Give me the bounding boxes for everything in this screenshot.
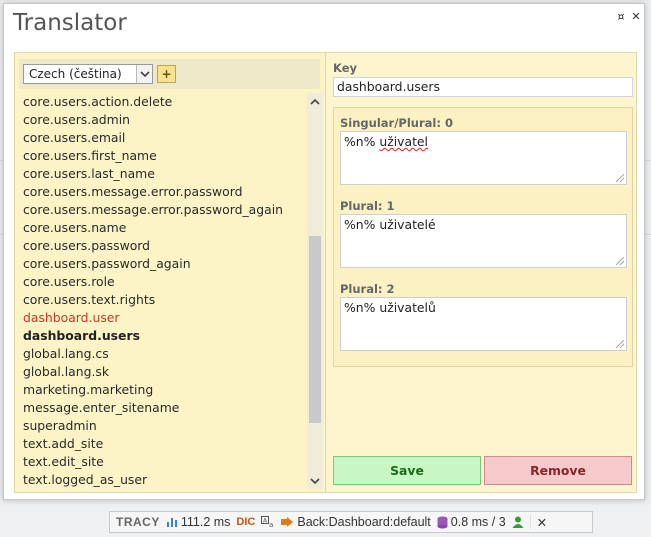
plural-textarea-0[interactable]: %n% uživatel: [340, 131, 627, 185]
database-icon: [437, 516, 448, 528]
tracy-db: 0.8 ms / 3: [450, 515, 506, 529]
tracy-separator: [529, 515, 531, 529]
key-input[interactable]: dashboard.users: [333, 77, 633, 97]
close-icon[interactable]: ✕: [630, 11, 642, 23]
plural-text-prefix: %n%: [344, 217, 380, 232]
translator-dialog: Translator ¤ ✕ Czech (čeština) + core.us…: [3, 3, 645, 500]
add-language-button[interactable]: +: [157, 65, 176, 83]
tracy-debug-bar: TRACY 111.2 ms DIC A a Back:Dashboard:de…: [109, 511, 593, 533]
key-list-item[interactable]: core.users.name: [15, 219, 307, 237]
language-bar: Czech (čeština) +: [19, 59, 320, 89]
scroll-up-icon[interactable]: [307, 93, 323, 109]
key-list-scrollbar[interactable]: [307, 93, 323, 489]
svg-text:a: a: [269, 521, 273, 528]
scrollbar-thumb[interactable]: [309, 236, 321, 423]
tracy-dic-panel[interactable]: DIC: [236, 516, 255, 528]
bar-chart-icon: [166, 518, 177, 527]
key-list-item[interactable]: core.users.last_name: [15, 165, 307, 183]
tracy-logo[interactable]: TRACY: [116, 515, 160, 529]
plural-text-word: uživatelé: [379, 217, 436, 232]
tracy-route-panel[interactable]: Back:Dashboard:default: [281, 515, 431, 529]
plural-label-1: Plural: 1: [340, 199, 395, 213]
translate-icon: A a: [261, 516, 274, 528]
tracy-route: Back:Dashboard:default: [297, 515, 431, 529]
plural-label-2: Plural: 2: [340, 282, 395, 296]
tracy-time: 111.2 ms: [180, 515, 231, 529]
tracy-close-icon[interactable]: ✕: [537, 515, 547, 530]
key-list-item[interactable]: core.users.password: [15, 237, 307, 255]
scroll-down-icon[interactable]: [307, 473, 323, 489]
plural-text-prefix: %n%: [344, 300, 380, 315]
tracy-db-panel[interactable]: 0.8 ms / 3: [437, 515, 506, 529]
user-icon: [512, 516, 524, 528]
editor-pane: Key dashboard.users Singular/Plural: 0 %…: [327, 53, 636, 492]
plural-label-0: Singular/Plural: 0: [340, 116, 453, 130]
plural-textarea-1[interactable]: %n% uživatelé: [340, 214, 627, 268]
key-list-item[interactable]: core.users.admin: [15, 111, 307, 129]
resize-grip-icon[interactable]: [616, 174, 624, 182]
key-list-item[interactable]: global.lang.cs: [15, 345, 307, 363]
save-button[interactable]: Save: [333, 456, 481, 485]
plural-text-prefix: %n%: [344, 134, 380, 149]
resize-grip-icon[interactable]: [616, 340, 624, 348]
key-list-item[interactable]: core.users.email: [15, 129, 307, 147]
key-list: core.users.action.delete core.users.admin…: [15, 93, 307, 489]
key-list-item[interactable]: marketing.marketing: [15, 381, 307, 399]
plural-textarea-2[interactable]: %n% uživatelů: [340, 297, 627, 351]
tracy-user-panel[interactable]: [512, 516, 524, 528]
key-list-item[interactable]: text.edit_site: [15, 453, 307, 471]
key-list-item[interactable]: dashboard.user: [15, 309, 307, 327]
route-arrow-icon: [281, 517, 294, 527]
plural-text-word: uživatel: [379, 134, 428, 149]
key-list-item[interactable]: core.users.message.error.password_again: [15, 201, 307, 219]
key-list-item[interactable]: core.users.action.delete: [15, 93, 307, 111]
key-list-item[interactable]: core.users.first_name: [15, 147, 307, 165]
translator-content: Czech (čeština) + core.users.action.dele…: [14, 52, 637, 493]
plural-forms-group: Singular/Plural: 0 %n% uživatel Plural: …: [333, 107, 633, 367]
tracy-time-panel[interactable]: 111.2 ms: [166, 515, 231, 529]
key-list-item[interactable]: core.users.text.rights: [15, 291, 307, 309]
chevron-down-icon: [136, 65, 152, 83]
key-list-item[interactable]: text.add_site: [15, 435, 307, 453]
keys-pane: Czech (čeština) + core.users.action.dele…: [15, 53, 326, 492]
language-select[interactable]: Czech (čeština): [23, 64, 153, 84]
key-list-item[interactable]: core.users.password_again: [15, 255, 307, 273]
restore-icon[interactable]: ¤: [615, 11, 627, 23]
tracy-dic: DIC: [236, 516, 256, 528]
tracy-translate-panel[interactable]: A a: [261, 516, 275, 528]
language-select-value: Czech (čeština): [29, 67, 122, 81]
key-list-item[interactable]: superadmin: [15, 417, 307, 435]
dialog-title: Translator: [13, 10, 127, 36]
key-list-item[interactable]: core.users.role: [15, 273, 307, 291]
key-list-item[interactable]: text.logged_as_user: [15, 471, 307, 489]
remove-button[interactable]: Remove: [484, 456, 632, 485]
key-list-item[interactable]: message.enter_sitename: [15, 399, 307, 417]
key-list-item[interactable]: core.users.message.error.password: [15, 183, 307, 201]
key-list-item[interactable]: dashboard.users: [15, 327, 307, 345]
resize-grip-icon[interactable]: [616, 257, 624, 265]
key-list-item[interactable]: global.lang.sk: [15, 363, 307, 381]
key-label: Key: [333, 61, 358, 75]
plural-text-word: uživatelů: [379, 300, 436, 315]
